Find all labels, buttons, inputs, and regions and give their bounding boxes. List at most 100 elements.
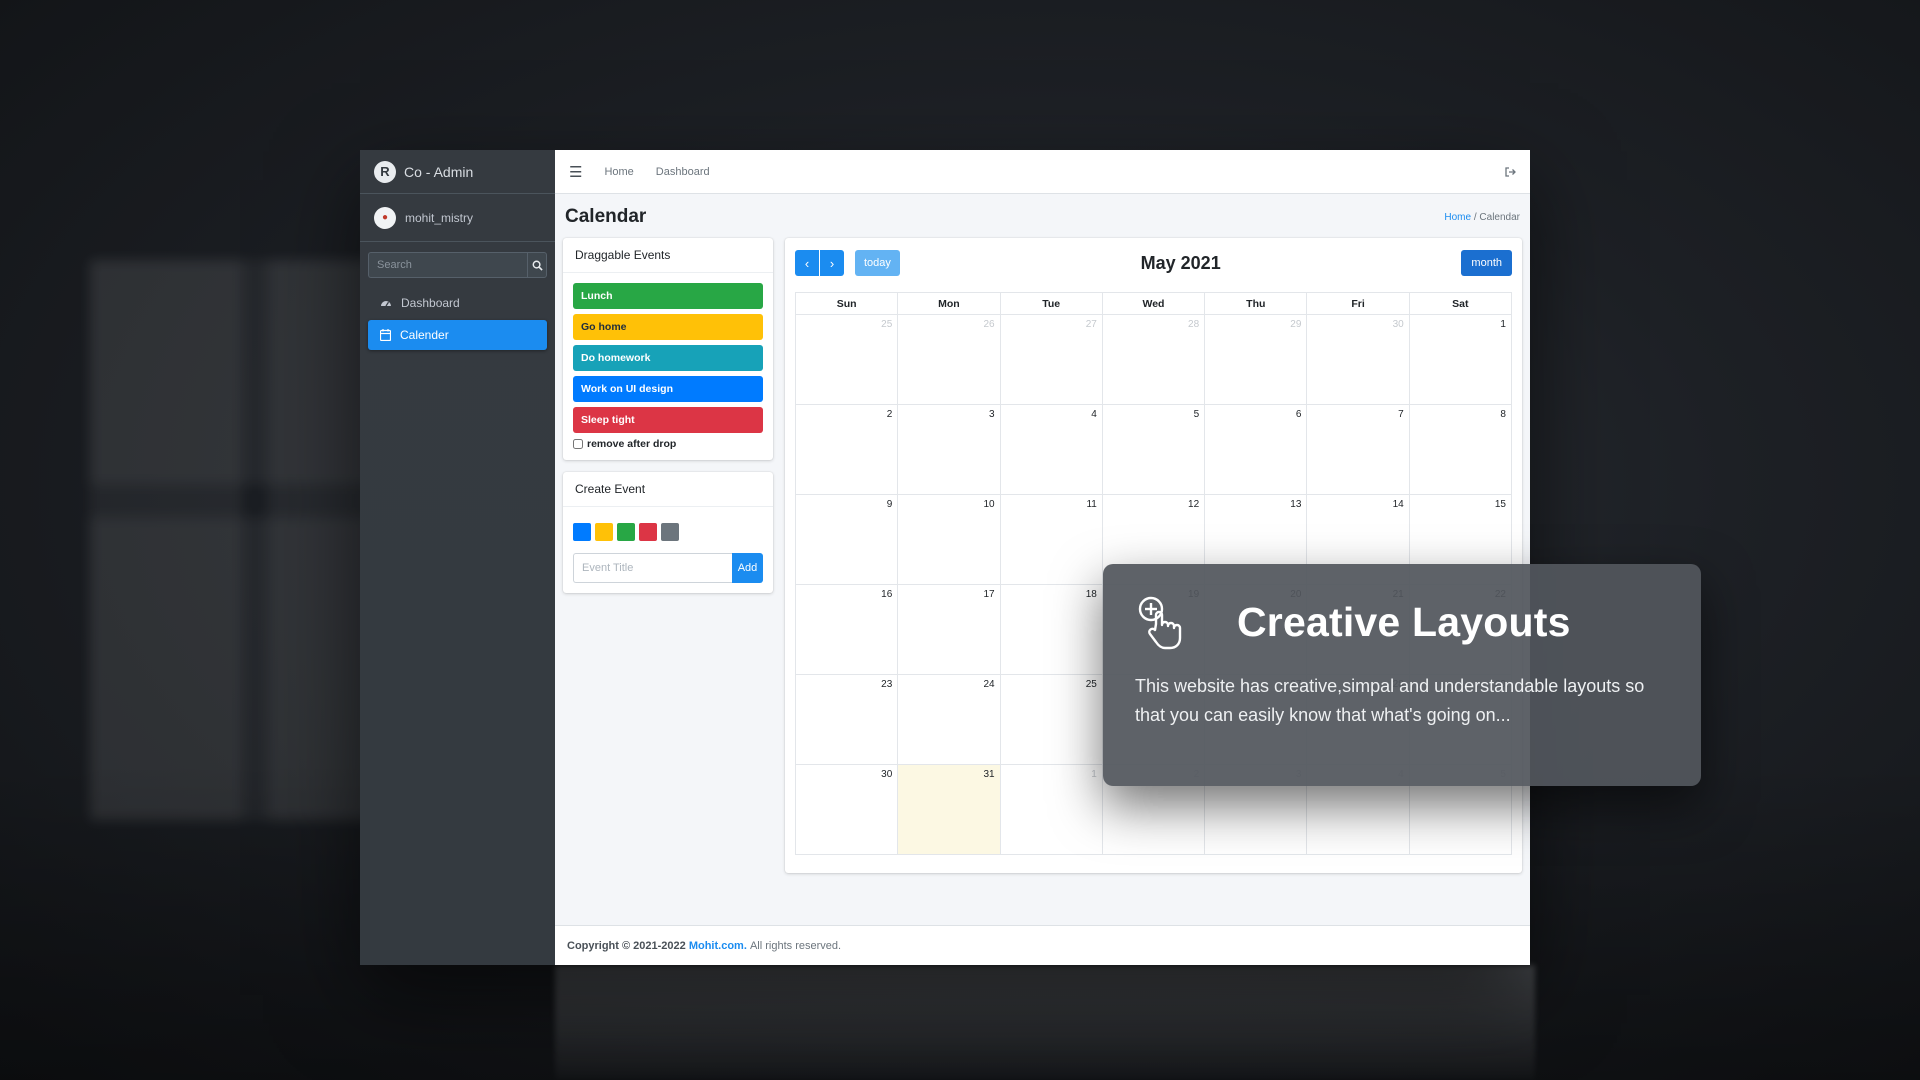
create-event-title: Create Event: [563, 472, 773, 507]
calendar-day[interactable]: 16: [796, 585, 899, 675]
calendar-day[interactable]: 25: [1000, 675, 1103, 765]
calendar-day[interactable]: 17: [898, 585, 1001, 675]
dashboard-icon: [381, 301, 391, 307]
calendar-day[interactable]: 30: [1307, 315, 1410, 405]
chevron-right-icon: ›: [829, 255, 835, 271]
calendar-title: May 2021: [1140, 252, 1221, 273]
calendar-day[interactable]: 24: [898, 675, 1001, 765]
draggable-events-title: Draggable Events: [563, 238, 773, 273]
screen-reflection: [555, 965, 1535, 1080]
external-events: Lunch Go home Do homework Work on UI design…: [563, 273, 773, 460]
today-button[interactable]: today: [855, 250, 900, 276]
breadcrumb-separator: /: [1473, 211, 1477, 223]
day-of-week-header: Sat: [1409, 293, 1512, 315]
left-column: Draggable Events Lunch Go home Do homework…: [563, 238, 773, 873]
remove-after-drop-option[interactable]: remove after drop: [573, 438, 763, 450]
color-swatch[interactable]: [573, 523, 591, 541]
touch-gesture-icon: [1138, 596, 1182, 650]
day-of-week-header: Fri: [1307, 293, 1410, 315]
calendar-nav-group: ‹ › today: [795, 250, 900, 276]
day-of-week-header: Thu: [1205, 293, 1308, 315]
search-button[interactable]: [527, 252, 547, 278]
calendar-day[interactable]: 28: [1102, 315, 1206, 405]
calendar-day[interactable]: 1: [1409, 315, 1512, 405]
next-month-button[interactable]: ›: [820, 250, 844, 276]
calendar-day[interactable]: 3: [898, 405, 1001, 495]
promo-title: Creative Layouts: [1237, 598, 1571, 645]
top-navbar: ☰ Home Dashboard: [555, 150, 1530, 194]
calendar-day[interactable]: 11: [1000, 495, 1103, 585]
brand-text: Co - Admin: [404, 163, 474, 180]
creative-layouts-card: Creative Layouts This website has creati…: [1103, 564, 1701, 786]
brand-logo-icon: R: [374, 160, 396, 183]
color-swatch[interactable]: [595, 523, 613, 541]
day-of-week-header: Tue: [1000, 293, 1103, 315]
calendar-day[interactable]: 9: [796, 495, 899, 585]
draggable-event[interactable]: Sleep tight: [573, 407, 763, 433]
color-swatch[interactable]: [661, 523, 679, 541]
draggable-event[interactable]: Do homework: [573, 345, 763, 371]
content-header: Calendar Home / Calendar: [555, 194, 1530, 238]
sidebar-search-input[interactable]: [368, 252, 527, 278]
footer-rights: All rights reserved.: [749, 939, 842, 952]
sidebar-item-label: Calender: [400, 328, 449, 342]
calendar-day[interactable]: 6: [1205, 405, 1308, 495]
calendar-day[interactable]: 26: [898, 315, 1001, 405]
color-swatch[interactable]: [639, 523, 657, 541]
admin-app-window: R Co - Admin ● mohit_mistry Dashboard Ca…: [360, 150, 1530, 965]
calendar-day[interactable]: 1: [1000, 765, 1103, 855]
add-event-button[interactable]: Add: [732, 553, 763, 583]
menu-toggle-icon[interactable]: ☰: [569, 163, 582, 181]
draggable-event[interactable]: Work on UI design: [573, 376, 763, 402]
prev-month-button[interactable]: ‹: [795, 250, 819, 276]
calendar-day[interactable]: 27: [1000, 315, 1103, 405]
day-of-week-header: Mon: [898, 293, 1001, 315]
month-view-button[interactable]: month: [1461, 250, 1512, 276]
top-nav-home[interactable]: Home: [604, 166, 633, 178]
calendar-day-today[interactable]: 31: [898, 765, 1001, 855]
page-title: Calendar: [565, 206, 647, 227]
calendar-day[interactable]: 7: [1307, 405, 1410, 495]
remove-after-drop-label: remove after drop: [587, 438, 677, 450]
breadcrumb-home[interactable]: Home: [1444, 212, 1471, 223]
user-panel[interactable]: ● mohit_mistry: [360, 194, 555, 242]
main-area: ☰ Home Dashboard Calendar Home / Calenda…: [555, 150, 1530, 965]
sidebar-search: [368, 252, 547, 278]
draggable-events-card: Draggable Events Lunch Go home Do homework…: [563, 238, 773, 460]
footer-brand-link[interactable]: Mohit.com.: [689, 940, 747, 952]
calendar-day[interactable]: 30: [796, 765, 899, 855]
user-name: mohit_mistry: [405, 210, 474, 225]
color-chooser: [573, 523, 763, 541]
day-of-week-header: Wed: [1102, 293, 1206, 315]
top-nav-dashboard[interactable]: Dashboard: [656, 166, 710, 178]
calendar-day[interactable]: 23: [796, 675, 899, 765]
calendar-day[interactable]: 25: [796, 315, 899, 405]
calendar-day[interactable]: 29: [1205, 315, 1308, 405]
logout-icon[interactable]: [1504, 166, 1516, 178]
calendar-day[interactable]: 18: [1000, 585, 1103, 675]
search-icon: [532, 260, 543, 271]
calendar-icon: [380, 329, 391, 341]
chevron-left-icon: ‹: [804, 255, 810, 271]
footer-copyright: Copyright © 2021-2022: [567, 939, 686, 952]
calendar-day[interactable]: 4: [1000, 405, 1103, 495]
calendar-day[interactable]: 8: [1409, 405, 1512, 495]
color-swatch[interactable]: [617, 523, 635, 541]
draggable-event[interactable]: Go home: [573, 314, 763, 340]
brand-link[interactable]: R Co - Admin: [360, 150, 555, 194]
remove-after-drop-checkbox[interactable]: [573, 439, 583, 449]
draggable-event[interactable]: Lunch: [573, 283, 763, 309]
create-event-form: Add: [573, 553, 763, 583]
create-event-body: Add: [563, 507, 773, 593]
calendar-day[interactable]: 5: [1102, 405, 1206, 495]
calendar-day[interactable]: 10: [898, 495, 1001, 585]
event-title-input[interactable]: [573, 553, 732, 583]
sidebar-item-dashboard[interactable]: Dashboard: [368, 288, 547, 318]
breadcrumb-current: Calendar: [1479, 211, 1520, 223]
breadcrumb: Home / Calendar: [1444, 212, 1520, 223]
calendar-toolbar: ‹ › today May 2021 month: [795, 250, 1512, 276]
sidebar-item-calender[interactable]: Calender: [368, 320, 547, 350]
avatar-icon: ●: [374, 206, 396, 229]
promo-description: This website has creative,simpal and und…: [1135, 676, 1645, 725]
calendar-day[interactable]: 2: [796, 405, 899, 495]
